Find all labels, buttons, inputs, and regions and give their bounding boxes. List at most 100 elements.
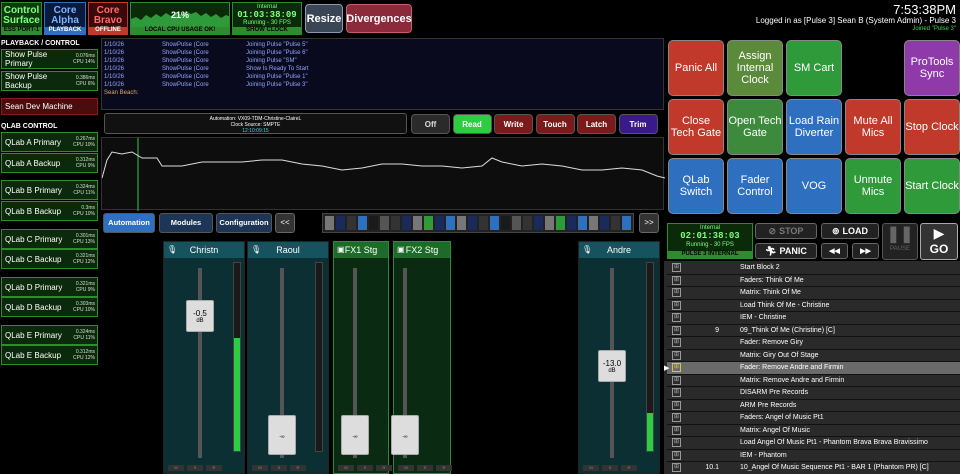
cue-row[interactable]: ⊞ IEM - Christine (667, 312, 960, 325)
cue-row[interactable]: ⊞ DISARM Pre Records (667, 387, 960, 400)
fader-knob[interactable]: -∞ (391, 415, 419, 455)
strip-r-button[interactable]: R (621, 465, 637, 471)
strip-m-button[interactable]: M (168, 465, 184, 471)
strip-s-button[interactable]: S (357, 465, 373, 471)
cue-row[interactable]: ⊞ Matrix: Angel Of Music (667, 424, 960, 437)
stop-clock-button[interactable]: Stop Clock (904, 99, 960, 155)
cue-row[interactable]: ⊞ Faders: Think Of Me (667, 274, 960, 287)
start-clock-button[interactable]: Start Clock (904, 158, 960, 214)
sm-cart-button[interactable]: SM Cart (786, 40, 842, 96)
cue-row[interactable]: ⊞ Faders: Angel of Music Pt1 (667, 412, 960, 425)
timeline-block[interactable] (380, 216, 389, 230)
go-button[interactable]: ▶ GO (920, 223, 958, 260)
cue-row[interactable]: ⊞ 10.1 10_Angel Of Music Sequence Pt1 - BA… (667, 462, 960, 474)
automation-mode-off-button[interactable]: Off (411, 114, 450, 134)
timeline-block[interactable] (545, 216, 554, 230)
timeline-next-button[interactable]: >> (639, 213, 659, 233)
strip-r-button[interactable]: R (290, 465, 306, 471)
cue-row[interactable]: ⊞ Load Think Of Me - Christine (667, 299, 960, 312)
sidebar-item[interactable]: QLab D Backup 0.303ms CPU 10% (1, 297, 98, 317)
timeline-block[interactable] (501, 216, 510, 230)
channel-name-header[interactable]: 🎙︎ Andre (579, 242, 659, 258)
timeline-block[interactable] (435, 216, 444, 230)
tab-automation[interactable]: Automation (103, 213, 155, 233)
mute-all-mics-button[interactable]: Mute All Mics (845, 99, 901, 155)
strip-s-button[interactable]: S (187, 465, 203, 471)
sidebar-item[interactable]: Show Pulse Primary 0.076ms CPU 14% (1, 49, 98, 69)
load-rain-diverter-button[interactable]: Load Rain Diverter (786, 99, 842, 155)
automation-mode-touch-button[interactable]: Touch (535, 114, 575, 134)
automation-mode-read-button[interactable]: Read (452, 114, 492, 134)
chat-input-label[interactable]: Sean Beach: (104, 90, 661, 96)
qlab-switch-button[interactable]: QLab Switch (668, 158, 724, 214)
control-surface-status[interactable]: Control Surface ESS PORT-1 (1, 2, 42, 35)
strip-s-button[interactable]: S (271, 465, 287, 471)
timeline-block[interactable] (369, 216, 378, 230)
strip-r-button[interactable]: R (436, 465, 452, 471)
vog-button[interactable]: VOG (786, 158, 842, 214)
strip-m-button[interactable]: M (338, 465, 354, 471)
timeline-block[interactable] (358, 216, 367, 230)
cue-row[interactable]: ⊞ IEM - Phantom (667, 449, 960, 462)
show-clock[interactable]: Internal 01:03:38:09 Running - 30 FPS SH… (232, 2, 302, 35)
stop-button[interactable]: ⊘ STOP (755, 223, 817, 239)
timeline-block[interactable] (567, 216, 576, 230)
timeline-block[interactable] (347, 216, 356, 230)
strip-m-button[interactable]: M (583, 465, 599, 471)
fader-knob[interactable]: -∞ (268, 415, 296, 455)
assign-internal-clock-button[interactable]: Assign Internal Clock (727, 40, 783, 96)
sidebar-item[interactable]: QLab D Primary 0.321ms CPU 9% (1, 277, 98, 297)
next-cue-button[interactable]: ▶▶ (852, 243, 879, 259)
timeline-block[interactable] (578, 216, 587, 230)
timeline-block[interactable] (534, 216, 543, 230)
divergences-button[interactable]: Divergences (346, 4, 412, 33)
sidebar-item[interactable]: QLab A Primary 0.267ms CPU 10% (1, 132, 98, 152)
protools-sync-button[interactable]: ProTools Sync (904, 40, 960, 96)
sidebar-item[interactable]: QLab B Backup 0.3ms CPU 10% (1, 201, 98, 221)
prev-cue-button[interactable]: ◀◀ (821, 243, 848, 259)
fader-control-button[interactable]: Fader Control (727, 158, 783, 214)
close-tech-gate-button[interactable]: Close Tech Gate (668, 99, 724, 155)
strip-m-button[interactable]: M (252, 465, 268, 471)
fader-knob[interactable]: -13.0 dB (598, 350, 626, 382)
timeline-block[interactable] (446, 216, 455, 230)
sidebar-item[interactable]: QLab B Primary 0.324ms CPU 11% (1, 180, 98, 200)
timeline-block[interactable] (325, 216, 334, 230)
sidebar-item[interactable]: Show Pulse Backup 0.386ms CPU 6% (1, 71, 98, 91)
cue-row[interactable]: ⊞ Fader: Remove Giry (667, 337, 960, 350)
automation-graph[interactable] (101, 137, 665, 211)
cue-row[interactable]: ⊞ Matrix: Remove Andre and Firmin (667, 374, 960, 387)
sidebar-item[interactable]: QLab C Primary 0.301ms CPU 13% (1, 229, 98, 249)
tab-configuration[interactable]: Configuration (216, 213, 272, 233)
fader-knob[interactable]: -0.5 dB (186, 300, 214, 332)
strip-s-button[interactable]: S (417, 465, 433, 471)
timeline-strip[interactable] (322, 213, 634, 233)
panic-all-button[interactable]: Panic All (668, 40, 724, 96)
timeline-block[interactable] (336, 216, 345, 230)
cue-row[interactable]: ⊞ 9 09_Think Of Me (Christine) [C] (667, 324, 960, 337)
core-bravo-status[interactable]: Core Bravo OFFLINE (88, 2, 128, 35)
tab-modules[interactable]: Modules (159, 213, 213, 233)
cue-row[interactable]: ⊞ ARM Pre Records (667, 399, 960, 412)
timeline-block[interactable] (622, 216, 631, 230)
core-alpha-status[interactable]: Core Alpha PLAYBACK (44, 2, 86, 35)
resize-button[interactable]: Resize (305, 4, 343, 33)
cue-row[interactable]: ⊞ Start Block 2 (667, 262, 960, 275)
timeline-block[interactable] (600, 216, 609, 230)
strip-r-button[interactable]: R (206, 465, 222, 471)
open-tech-gate-button[interactable]: Open Tech Gate (727, 99, 783, 155)
cue-row[interactable]: ⊞ Matrix: Giry Out Of Stage (667, 349, 960, 362)
cue-row[interactable]: ⊞ Matrix: Think Of Me (667, 287, 960, 300)
pause-button[interactable]: ❚❚ PAUSE (882, 223, 918, 260)
timeline-block[interactable] (589, 216, 598, 230)
unmute-mics-button[interactable]: Unmute Mics (845, 158, 901, 214)
timeline-block[interactable] (413, 216, 422, 230)
timeline-block[interactable] (468, 216, 477, 230)
timeline-block[interactable] (457, 216, 466, 230)
timeline-block[interactable] (490, 216, 499, 230)
timeline-block[interactable] (611, 216, 620, 230)
panic-button[interactable]: 🏃︎ PANIC (755, 243, 817, 259)
cue-row[interactable]: ⊞ Load Angel Of Music Pt1 - Phantom Brava… (667, 437, 960, 450)
dev-machine-item[interactable]: Sean Dev Machine (1, 98, 98, 115)
timeline-prev-button[interactable]: << (275, 213, 295, 233)
